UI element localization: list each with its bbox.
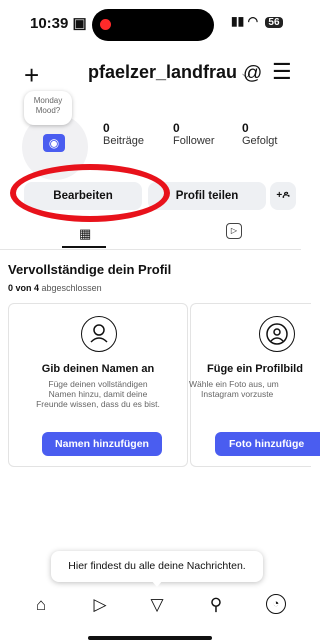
reels-icon[interactable]: ▷: [89, 594, 111, 616]
signal-icon: ▮▮: [231, 14, 245, 28]
add-name-button[interactable]: Namen hinzufügen: [42, 432, 162, 456]
threads-icon[interactable]: @: [243, 63, 262, 85]
add-photo-button[interactable]: Foto hinzufüge: [215, 432, 320, 456]
wifi-icon: ◠: [247, 14, 259, 28]
card-description: Wähle ein Foto aus, um Instagram vorzuste: [189, 379, 279, 399]
card-title: Füge ein Profilbild: [207, 363, 303, 375]
complete-profile-title: Vervollständige dein Profil: [8, 262, 172, 277]
username: pfaelzer_landfrau: [88, 62, 238, 82]
hamburger-menu-icon[interactable]: ☰: [272, 59, 292, 85]
card-add-name: Gib deinen Namen an Füge deinen vollstän…: [8, 303, 188, 467]
stat-posts[interactable]: 0 Beiträge: [103, 121, 144, 147]
note-bubble[interactable]: Monday Mood?: [24, 91, 72, 125]
card-title: Gib deinen Namen an: [41, 363, 155, 375]
stat-following[interactable]: 0 Gefolgt: [242, 121, 277, 147]
status-icons: ▮▮ ◠ 56: [231, 14, 283, 28]
profile-tab-icon[interactable]: ◔: [266, 594, 286, 614]
search-icon[interactable]: ⚲: [205, 594, 227, 616]
camera-add-icon[interactable]: ◉: [43, 134, 65, 152]
recording-dot-icon: [100, 19, 111, 30]
grid-tab-icon[interactable]: ▦: [79, 226, 91, 242]
status-bar: 10:39 ▣ ▮▮ ◠ 56: [0, 0, 301, 50]
home-icon[interactable]: ⌂: [30, 594, 52, 616]
dynamic-island: [92, 9, 214, 41]
reels-tab-icon[interactable]: ▷: [226, 223, 242, 239]
account-switcher[interactable]: pfaelzer_landfrau ⌵: [88, 62, 250, 83]
battery-icon: 56: [265, 17, 283, 28]
complete-profile-progress: 0 von 4 abgeschlossen: [8, 283, 102, 293]
messages-tooltip: Hier findest du alle deine Nachrichten.: [51, 551, 263, 582]
direct-messages-icon[interactable]: ▽: [146, 594, 168, 616]
active-tab-indicator: [62, 246, 106, 248]
profile-picture-icon: [259, 316, 295, 352]
stat-followers[interactable]: 0 Follower: [173, 121, 215, 147]
red-annotation-circle: [10, 164, 170, 222]
home-indicator: [88, 636, 212, 640]
divider: [0, 249, 301, 250]
person-icon: [81, 316, 117, 352]
status-time: 10:39 ▣: [30, 15, 87, 32]
create-plus-icon[interactable]: +: [24, 60, 39, 91]
tooltip-arrow: [151, 580, 163, 587]
add-person-icon[interactable]: +ዶ: [270, 182, 296, 210]
card-add-photo: Füge ein Profilbild Wähle ein Foto aus, …: [189, 303, 320, 467]
card-description: Füge deinen vollständigen Namen hinzu, da…: [36, 379, 160, 409]
